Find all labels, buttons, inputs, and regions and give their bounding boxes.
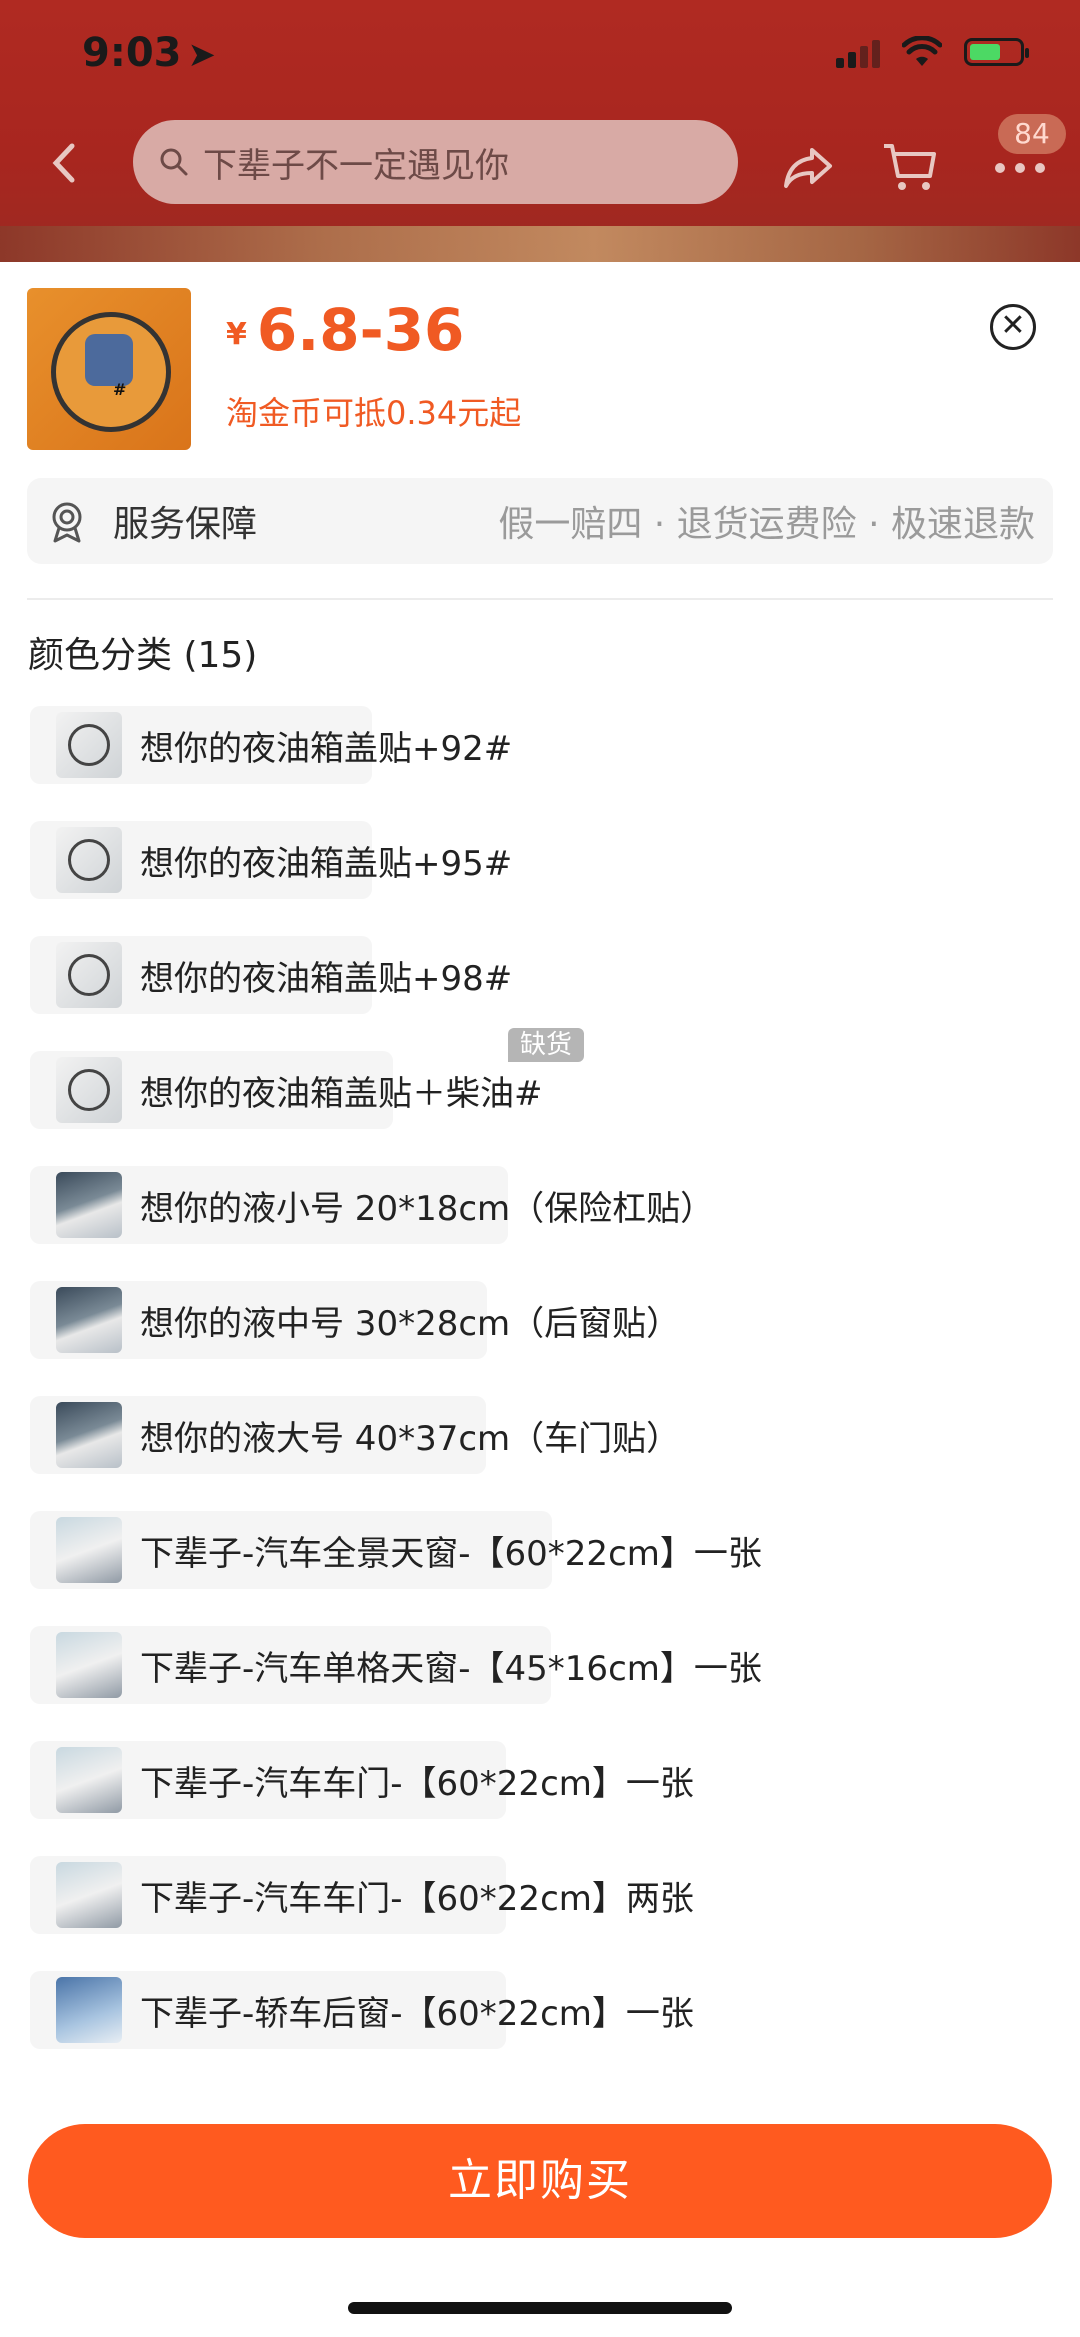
option-label: 下辈子-轿车后窗-【60*22cm】一张	[140, 1993, 694, 2034]
price: ¥6.8-36	[226, 296, 464, 364]
coin-discount-note: 淘金币可抵0.34元起	[226, 394, 522, 432]
currency-symbol: ¥	[226, 317, 247, 352]
option-thumbnail	[56, 1977, 122, 2043]
option-thumbnail	[56, 1287, 122, 1353]
banner-strip	[0, 226, 1080, 262]
option-label: 想你的夜油箱盖贴＋柴油#	[140, 1073, 543, 1114]
divider	[27, 598, 1053, 600]
back-button[interactable]	[44, 138, 94, 188]
option-item[interactable]: 想你的液中号 30*28cm（后窗贴）	[30, 1281, 680, 1359]
option-label: 想你的夜油箱盖贴+95#	[140, 843, 513, 884]
cart-button[interactable]	[880, 136, 940, 196]
option-label: 下辈子-汽车车门-【60*22cm】两张	[140, 1878, 694, 1919]
option-label: 下辈子-汽车单格天窗-【45*16cm】一张	[140, 1648, 762, 1689]
option-item[interactable]: 想你的液小号 20*18cm（保险杠贴）	[30, 1166, 714, 1244]
option-item[interactable]: 下辈子-汽车车门-【60*22cm】两张	[30, 1856, 694, 1934]
option-thumbnail	[56, 1057, 122, 1123]
option-item-out-of-stock[interactable]: 想你的夜油箱盖贴＋柴油#	[30, 1051, 543, 1129]
battery-charging-icon	[964, 38, 1029, 66]
wifi-icon	[902, 36, 942, 66]
option-item[interactable]: 下辈子-轿车后窗-【60*22cm】一张	[30, 1971, 694, 2049]
option-thumbnail	[56, 827, 122, 893]
close-icon: ✕	[1000, 308, 1026, 343]
option-thumbnail	[56, 942, 122, 1008]
option-label: 想你的液大号 40*37cm（车门贴）	[140, 1418, 681, 1459]
option-item[interactable]: 想你的夜油箱盖贴+92#	[30, 706, 512, 784]
option-thumbnail	[56, 1172, 122, 1238]
option-item[interactable]: 下辈子-汽车车门-【60*22cm】一张	[30, 1741, 694, 1819]
close-button[interactable]: ✕	[990, 304, 1036, 350]
option-label: 想你的夜油箱盖贴+98#	[140, 958, 513, 999]
cart-icon	[884, 144, 936, 190]
home-indicator[interactable]	[348, 2302, 732, 2314]
option-label: 下辈子-汽车全景天窗-【60*22cm】一张	[140, 1533, 762, 1574]
status-time: 9:03 ➤	[82, 30, 216, 76]
option-item[interactable]: 下辈子-汽车单格天窗-【45*16cm】一张	[30, 1626, 762, 1704]
service-guarantee-row[interactable]: 服务保障 假一赔四 · 退货运费险 · 极速退款	[27, 478, 1053, 564]
notification-badge: 84	[998, 114, 1066, 154]
option-label: 想你的夜油箱盖贴+92#	[140, 728, 513, 769]
option-label: 想你的液中号 30*28cm（后窗贴）	[140, 1303, 681, 1344]
share-button[interactable]	[778, 136, 838, 196]
service-detail: 假一赔四 · 退货运费险 · 极速退款	[498, 504, 1035, 545]
option-item[interactable]: 下辈子-汽车全景天窗-【60*22cm】一张	[30, 1511, 762, 1589]
option-thumbnail	[56, 1747, 122, 1813]
option-thumbnail	[56, 712, 122, 778]
buy-now-button[interactable]: 立即购买	[28, 2124, 1052, 2238]
status-time-text: 9:03	[82, 30, 182, 76]
service-label: 服务保障	[113, 504, 258, 545]
color-category-title: 颜色分类 (15)	[28, 635, 258, 676]
option-thumbnail	[56, 1402, 122, 1468]
option-item[interactable]: 想你的液大号 40*37cm（车门贴）	[30, 1396, 680, 1474]
price-range: 6.8-36	[256, 296, 465, 364]
option-item[interactable]: 想你的夜油箱盖贴+95#	[30, 821, 512, 899]
option-label: 想你的液小号 20*18cm（保险杠贴）	[140, 1188, 715, 1229]
option-thumbnail	[56, 1632, 122, 1698]
award-icon	[52, 502, 82, 543]
option-label: 下辈子-汽车车门-【60*22cm】一张	[140, 1763, 694, 1804]
option-thumbnail	[56, 1862, 122, 1928]
out-of-stock-badge: 缺货	[508, 1028, 585, 1062]
product-thumbnail[interactable]: #	[27, 288, 191, 450]
search-placeholder: 下辈子不一定遇见你	[203, 145, 509, 186]
option-item[interactable]: 想你的夜油箱盖贴+98#	[30, 936, 512, 1014]
option-thumbnail	[56, 1517, 122, 1583]
search-bar[interactable]: 下辈子不一定遇见你	[133, 120, 738, 204]
cellular-signal-icon	[836, 36, 880, 68]
search-icon	[160, 148, 188, 176]
status-icons	[836, 36, 1029, 68]
navigation-arrow-icon: ➤	[187, 35, 217, 75]
share-icon	[784, 148, 832, 188]
chevron-left-icon	[52, 143, 75, 183]
